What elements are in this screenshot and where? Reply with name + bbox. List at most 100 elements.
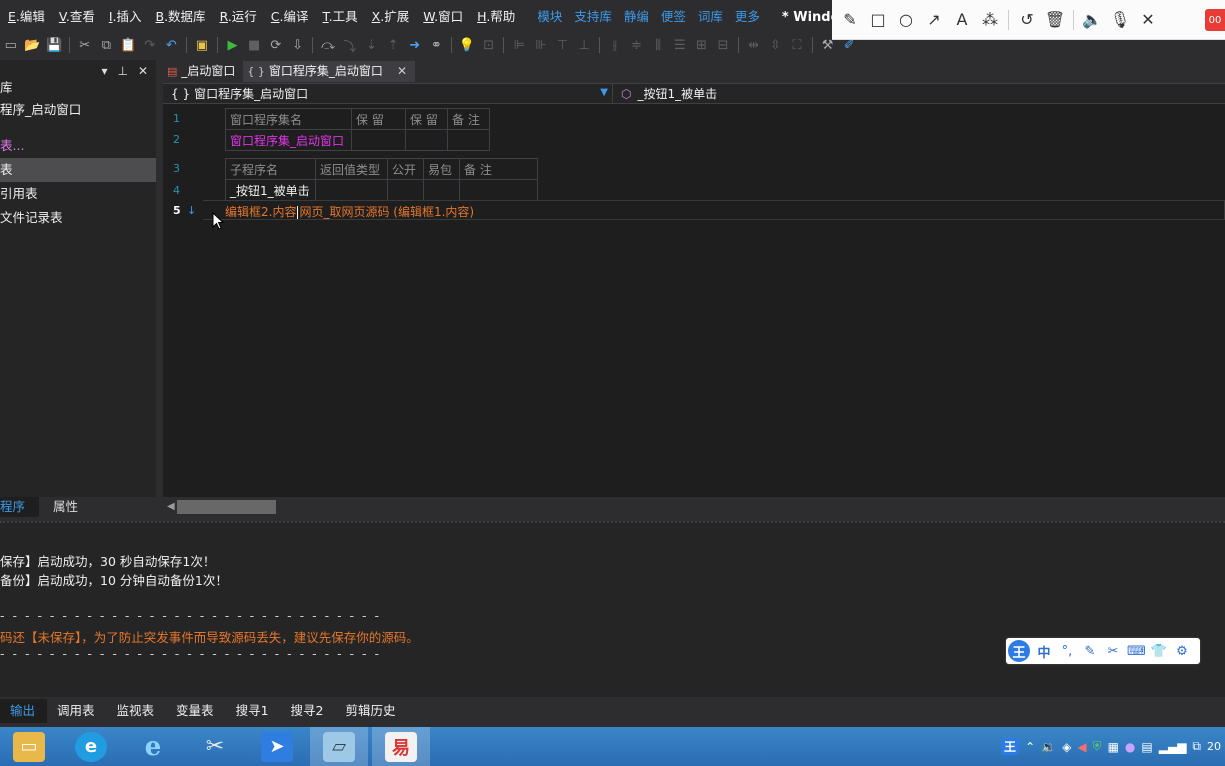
menu-run[interactable]: R.运行 [212,6,263,25]
project-icon[interactable]: ▣ [191,34,213,56]
table-cell[interactable] [459,179,538,201]
pen-icon[interactable]: ✎ [1081,644,1099,659]
same-height-icon[interactable]: ⊟ [712,34,734,56]
tab-start-window[interactable]: ▤ _启动窗口 [163,61,243,82]
menu-database[interactable]: B.数据库 [148,6,212,25]
skin-icon[interactable]: 👕 [1150,644,1168,659]
settings-icon[interactable]: ⚙ [1173,644,1191,659]
tab-output[interactable]: 输出 [0,699,48,723]
method-selector[interactable]: ⬡ _按钮1_被单击 [613,84,717,103]
align-center-v-icon[interactable]: ≑ [626,34,648,56]
new-file-icon[interactable]: ▭ [0,34,22,56]
table-cell[interactable] [315,179,388,201]
bulb-icon[interactable]: 💡 [456,34,478,56]
dropdown-icon[interactable]: ▾ [101,64,107,78]
tab-search2[interactable]: 搜寻2 [281,699,336,723]
space-h-icon[interactable]: ⇹ [743,34,765,56]
record-badge[interactable]: 00 [1205,9,1225,31]
link-lexicon[interactable]: 词库 [692,6,729,25]
tab-program[interactable]: 程序 [0,497,40,517]
paste-icon[interactable]: 📋 [117,34,139,56]
link-more[interactable]: 更多 [729,6,766,25]
keyboard-icon[interactable]: ⌨ [1127,644,1146,659]
rectangle-icon[interactable]: □ [864,0,892,40]
tab-watch[interactable]: 监视表 [107,699,167,723]
network-adapter-icon[interactable]: ▦ [1108,740,1119,754]
code-line-5[interactable]: 编辑框2.内容 网页_取网页源码 (编辑框1.内容) [203,200,1225,220]
app-tray-icon[interactable]: ● [1125,740,1135,754]
clipboard-tray-icon[interactable]: ▤ [1141,740,1152,754]
magic-wand-icon[interactable]: ⁂ [976,0,1004,40]
tab-assembly[interactable]: { } 窗口程序集_启动窗口 ✕ [243,61,415,82]
cloud-app-icon[interactable]: ◈ [1062,740,1071,754]
table-cell[interactable] [423,179,460,201]
open-folder-icon[interactable]: 📂 [22,34,44,56]
tree-item-reference-table[interactable]: 引用表 [0,182,156,206]
menu-window[interactable]: W.窗口 [415,6,469,25]
taskbar-app-feishu[interactable]: ➤ [248,727,306,766]
scissors-icon[interactable]: ✂ [1104,644,1122,659]
signal-icon[interactable]: ▂▄▆ [1159,740,1187,754]
distribute-h-icon[interactable]: ⫼ [647,34,669,56]
assembly-name-cell[interactable]: 窗口程序集_启动窗口 [225,129,352,151]
taskbar-app-e-language[interactable]: 易 [372,727,430,766]
circle-icon[interactable]: ○ [892,0,920,40]
step-into-icon[interactable]: ⤵ [339,34,361,56]
punctuation-icon[interactable]: °, [1058,644,1076,659]
menu-tools[interactable]: T.工具 [315,6,364,25]
align-bottom-icon[interactable]: ⊥ [573,34,595,56]
security-shield-icon[interactable]: ⛨ [1093,739,1102,754]
dropdown-icon[interactable]: ▼ [600,87,608,98]
code-text[interactable]: 编辑框2.内容 网页_取网页源码 (编辑框1.内容) [225,203,474,220]
brush-icon[interactable]: ✐ [838,34,860,56]
speaker-icon[interactable]: 🔈 [1078,0,1106,40]
link-support-lib[interactable]: 支持库 [568,6,618,25]
taskbar-app-ie[interactable]: e [124,727,182,766]
step-down-icon[interactable]: ⇣ [361,34,383,56]
close-tab-icon[interactable]: ✕ [397,61,407,82]
ime-logo-icon[interactable]: 王 [1008,640,1030,662]
stop-icon[interactable]: ■ [243,34,265,56]
speaker-muted-icon[interactable]: ◀ [1077,740,1086,754]
fit-icon[interactable]: ⛶ [786,34,808,56]
run-icon[interactable]: ▶ [222,34,244,56]
scroll-thumb[interactable] [177,500,276,514]
step-out-icon[interactable]: ⇡ [382,34,404,56]
tab-search1[interactable]: 搜寻1 [226,699,281,723]
scroll-left-icon[interactable]: ◀ [167,501,175,512]
tab-properties[interactable]: 属性 [39,497,90,517]
go-to-icon[interactable]: ➜ [404,34,426,56]
pin-icon[interactable]: ⊥ [117,64,127,78]
close-icon[interactable]: ✕ [138,64,148,78]
menu-compile[interactable]: C.编译 [263,6,315,25]
watch-icon[interactable]: ⊡ [478,34,500,56]
menu-help[interactable]: H.帮助 [469,6,521,25]
microphone-icon[interactable]: 🎙 [1106,0,1134,40]
tree-item-assembly[interactable]: 程序_启动窗口 [0,98,156,122]
menu-view[interactable]: V.查看 [51,6,101,25]
link-static-compile[interactable]: 静编 [618,6,655,25]
restart-icon[interactable]: ⟳ [265,34,287,56]
tree-item-file-record-table[interactable]: 文件记录表 [0,206,156,230]
tree-item-root[interactable]: 库 [0,81,156,98]
undo-icon[interactable]: ↶ [161,34,183,56]
align-top-icon[interactable]: ⊤ [552,34,574,56]
cut-icon[interactable]: ✂ [74,34,96,56]
undo-icon[interactable]: ↺ [1013,0,1041,40]
tab-clipboard-history[interactable]: 剪辑历史 [335,699,407,723]
sub-name-cell[interactable]: _按钮1_被单击 [225,179,316,201]
build-icon[interactable]: ⇩ [287,34,309,56]
step-over-icon[interactable]: ⤼ [317,34,339,56]
tools-icon[interactable]: ⚒ [817,34,839,56]
delete-icon[interactable]: 🗑 [1041,0,1069,40]
redo-icon[interactable]: ↷ [139,34,161,56]
tab-variables[interactable]: 变量表 [166,699,226,723]
text-icon[interactable]: A [948,0,976,40]
link-module[interactable]: 模块 [531,6,568,25]
breakpoint-icon[interactable]: ⚭ [426,34,448,56]
task-view-icon[interactable]: ⧉ [1192,739,1201,754]
horizontal-scrollbar[interactable]: ◀ [163,497,1225,517]
copy-icon[interactable]: ⧉ [96,34,118,56]
taskbar-app-tool[interactable]: ✂ [186,727,244,766]
table-cell[interactable] [387,179,424,201]
